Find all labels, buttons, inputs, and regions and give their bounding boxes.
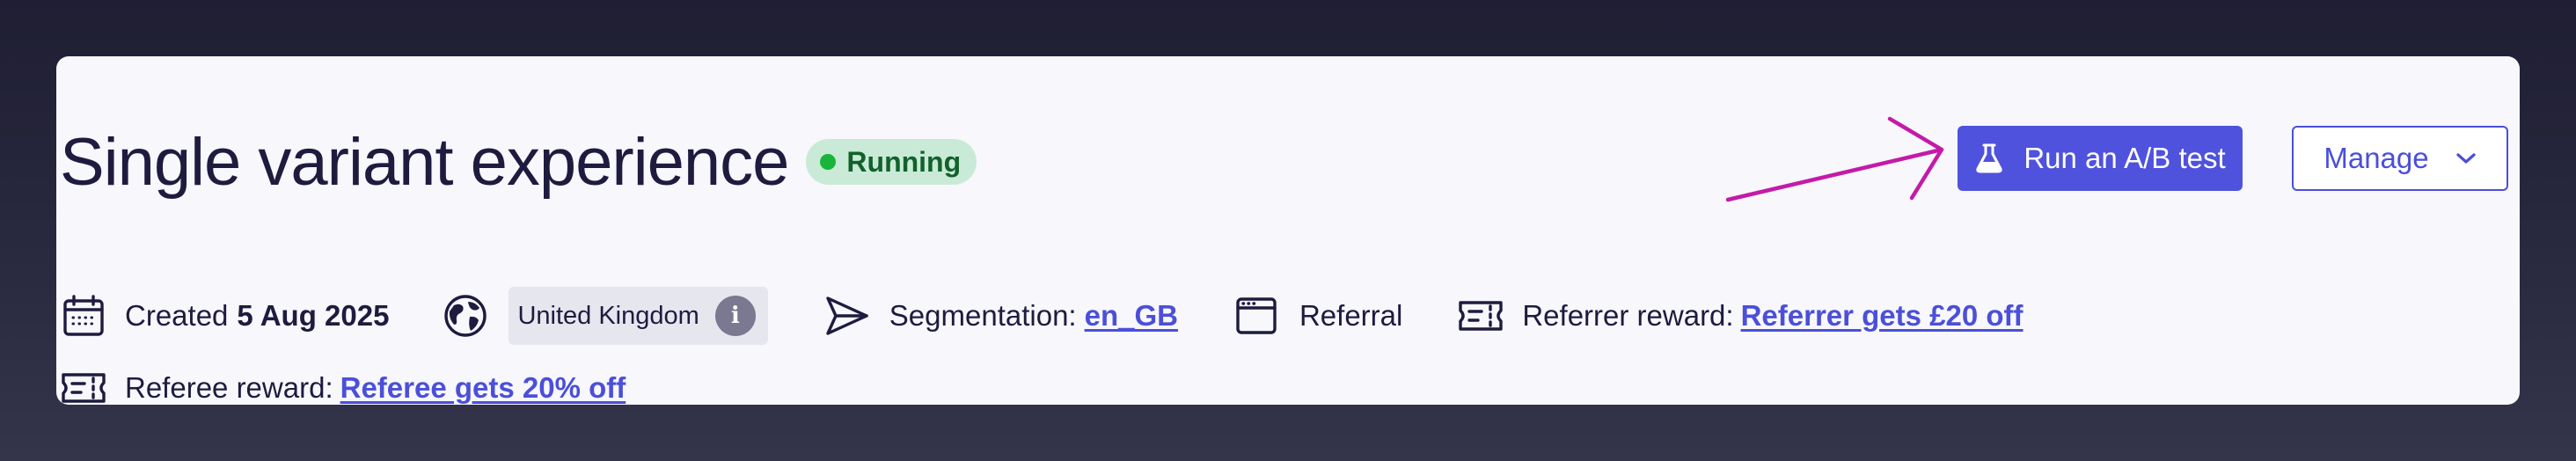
referee-reward-meta: Referee reward: Referee gets 20% off (60, 370, 626, 406)
created-meta: Created 5 Aug 2025 (60, 292, 389, 340)
segmentation-link[interactable]: en_GB (1085, 299, 1178, 333)
segmentation-meta: Segmentation: en_GB (824, 294, 1178, 338)
referrer-reward-label: Referrer reward: (1522, 299, 1734, 332)
referrer-reward-meta: Referrer reward: Referrer gets £20 off (1457, 298, 2023, 333)
browser-window-icon (1234, 294, 1278, 338)
meta-row-primary: Created 5 Aug 2025 United Kingdom i Segm… (60, 285, 2023, 347)
ticket-icon (1457, 298, 1504, 333)
status-dot-icon (820, 154, 837, 170)
referrer-reward-link[interactable]: Referrer gets £20 off (1741, 299, 2023, 333)
meta-row-secondary: Referee reward: Referee gets 20% off (60, 360, 626, 416)
segmentation-label: Segmentation: (889, 299, 1077, 332)
run-ab-test-label: Run an A/B test (2023, 142, 2226, 174)
country-label: United Kingdom (517, 301, 699, 330)
experience-card: Single variant experience Running Create… (56, 56, 2520, 405)
manage-button[interactable]: Manage (2292, 126, 2508, 191)
run-ab-test-button[interactable]: Run an A/B test (1958, 126, 2243, 191)
title-row: Single variant experience Running (60, 113, 977, 211)
globe-icon (443, 294, 487, 338)
ticket-icon (60, 370, 107, 406)
calendar-icon (60, 292, 107, 340)
referee-reward-link[interactable]: Referee gets 20% off (340, 371, 626, 405)
program-type-meta: Referral (1234, 294, 1402, 338)
page-title: Single variant experience (60, 124, 789, 200)
status-badge: Running (806, 139, 977, 185)
program-type-label: Referral (1299, 299, 1403, 332)
status-label: Running (846, 145, 962, 178)
chevron-down-icon (2455, 151, 2477, 165)
country-chip: United Kingdom i (509, 287, 768, 345)
country-meta: United Kingdom i (443, 287, 768, 345)
manage-label: Manage (2324, 142, 2429, 174)
flask-icon (1974, 143, 2004, 174)
created-label: Created (125, 299, 229, 332)
referee-reward-label: Referee reward: (125, 371, 333, 404)
created-date: 5 Aug 2025 (237, 299, 390, 332)
info-icon[interactable]: i (714, 296, 756, 336)
send-icon (824, 294, 870, 338)
